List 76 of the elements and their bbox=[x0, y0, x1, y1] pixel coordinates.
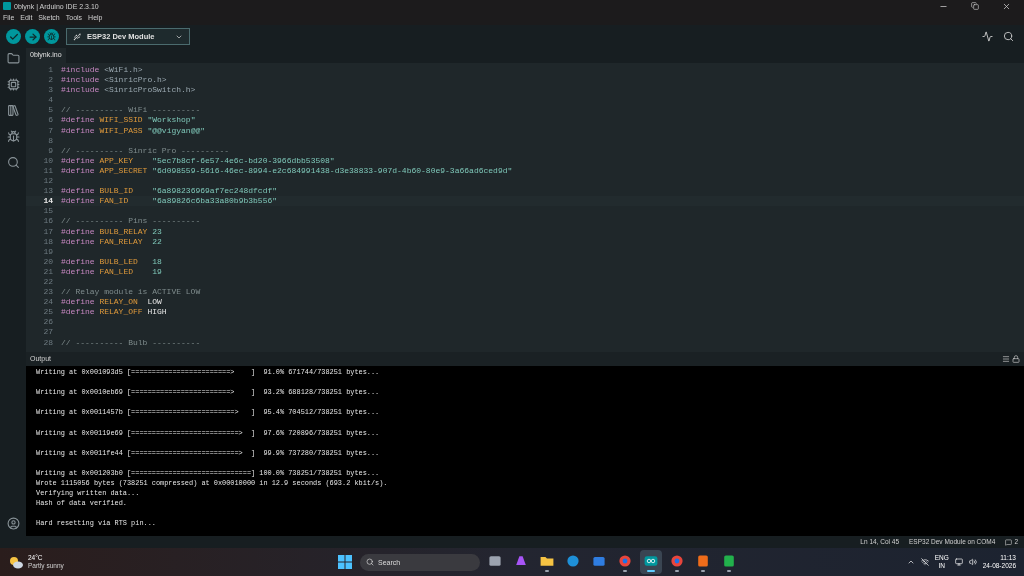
sketchbook-icon[interactable] bbox=[6, 52, 20, 65]
code-line: // ---------- Pins ---------- bbox=[61, 216, 201, 227]
line-number: 13 bbox=[42, 186, 53, 197]
partly-sunny-icon bbox=[8, 555, 24, 569]
code-line: #define BULB_RELAY 23 bbox=[61, 226, 162, 237]
line-number: 10 bbox=[42, 155, 53, 166]
serial-plotter-icon[interactable] bbox=[982, 31, 993, 42]
verify-button[interactable] bbox=[6, 29, 21, 44]
code-line: #define BULB_ID "6a898236969af7ec248dfcdf" bbox=[61, 186, 278, 197]
code-line: // ---------- Bulb ---------- bbox=[61, 337, 201, 348]
code-line: #define WIFI_SSID "Workshop" bbox=[61, 115, 196, 126]
line-number: 16 bbox=[42, 216, 53, 227]
lock-icon[interactable] bbox=[1012, 355, 1020, 363]
line-number: 25 bbox=[42, 307, 53, 318]
code-line: #define WIFI_PASS "@@vigyan@@" bbox=[61, 125, 206, 136]
code-line: #define BULB_LED 18 bbox=[61, 256, 162, 267]
serial-monitor-icon[interactable] bbox=[1003, 31, 1014, 42]
line-number: 15 bbox=[42, 206, 53, 217]
debug-icon[interactable] bbox=[6, 130, 20, 143]
clear-output-icon[interactable] bbox=[1002, 355, 1010, 363]
code-line: #define APP_KEY "5ec7b8cf-6e57-4e6c-bd20-3966dbb53508" bbox=[61, 155, 335, 166]
line-number: 11 bbox=[42, 165, 53, 177]
line-number: 22 bbox=[42, 276, 53, 288]
arrow-right-icon bbox=[27, 31, 38, 42]
line-number: 8 bbox=[47, 135, 53, 146]
search-icon[interactable] bbox=[6, 156, 20, 169]
debug-button[interactable] bbox=[44, 29, 59, 44]
line-number: 17 bbox=[42, 226, 53, 237]
app-icon bbox=[3, 2, 11, 10]
code-line: #include <SinricPro.h> bbox=[61, 75, 167, 86]
line-number: 6 bbox=[47, 115, 53, 126]
line-number: 14 bbox=[42, 196, 53, 207]
code-line: #define RELAY_ON LOW bbox=[61, 297, 162, 308]
code-line: #include <SinricProSwitch.h> bbox=[61, 85, 196, 96]
code-line: #define RELAY_OFF HIGH bbox=[61, 307, 167, 318]
profile-icon[interactable] bbox=[6, 517, 20, 530]
line-number: 5 bbox=[47, 105, 53, 116]
line-number: 23 bbox=[42, 287, 53, 298]
code-line: #include <WiFi.h> bbox=[61, 65, 143, 76]
restore-icon[interactable] bbox=[971, 2, 979, 10]
bug-icon bbox=[47, 32, 56, 41]
network-off-icon[interactable] bbox=[920, 558, 929, 566]
line-number: 20 bbox=[42, 256, 53, 267]
board-manager-icon[interactable] bbox=[6, 78, 20, 91]
line-number: 19 bbox=[42, 246, 53, 257]
line-number: 26 bbox=[42, 317, 53, 328]
line-number: 9 bbox=[47, 145, 53, 156]
line-number: 28 bbox=[42, 337, 53, 348]
line-number: 1 bbox=[47, 65, 53, 76]
code-line: #define FAN_ID "6a89826c6ba33a80b9b3b556" bbox=[61, 196, 278, 207]
line-number: 3 bbox=[47, 85, 53, 96]
line-number: 2 bbox=[47, 75, 53, 86]
code-line: // ---------- Sinric Pro ---------- bbox=[61, 145, 230, 156]
line-number: 12 bbox=[42, 176, 53, 187]
code-line: #define FAN_LED 19 bbox=[61, 266, 162, 277]
start-icon[interactable] bbox=[338, 555, 352, 569]
usb-icon bbox=[73, 32, 81, 41]
line-number: 7 bbox=[47, 125, 53, 136]
line-number: 4 bbox=[47, 95, 53, 106]
code-line: // Relay module is ACTIVE LOW bbox=[61, 287, 201, 298]
search-icon bbox=[366, 558, 374, 566]
volume-icon[interactable] bbox=[968, 558, 977, 566]
display-icon[interactable] bbox=[954, 558, 963, 566]
line-number: 24 bbox=[42, 297, 53, 308]
upload-button[interactable] bbox=[25, 29, 40, 44]
tray-overflow-icon[interactable] bbox=[906, 558, 915, 566]
close-icon[interactable] bbox=[1002, 1, 1011, 11]
line-number: 21 bbox=[42, 266, 53, 277]
code-line: #define FAN_RELAY 22 bbox=[61, 236, 162, 247]
line-number: 27 bbox=[42, 327, 53, 338]
checkmark-icon bbox=[8, 31, 19, 42]
code-line: // ---------- WiFi ---------- bbox=[61, 105, 201, 116]
taskbar-app-icon[interactable] bbox=[640, 550, 662, 574]
line-number: 18 bbox=[42, 236, 53, 247]
code-line: #define APP_SECRET "6d098559-5616-46ec-8994-e2c684991438-d3e38833-907d-4b60-80e9-3a66ad6ced9d" bbox=[61, 165, 513, 177]
library-icon[interactable] bbox=[6, 104, 20, 117]
